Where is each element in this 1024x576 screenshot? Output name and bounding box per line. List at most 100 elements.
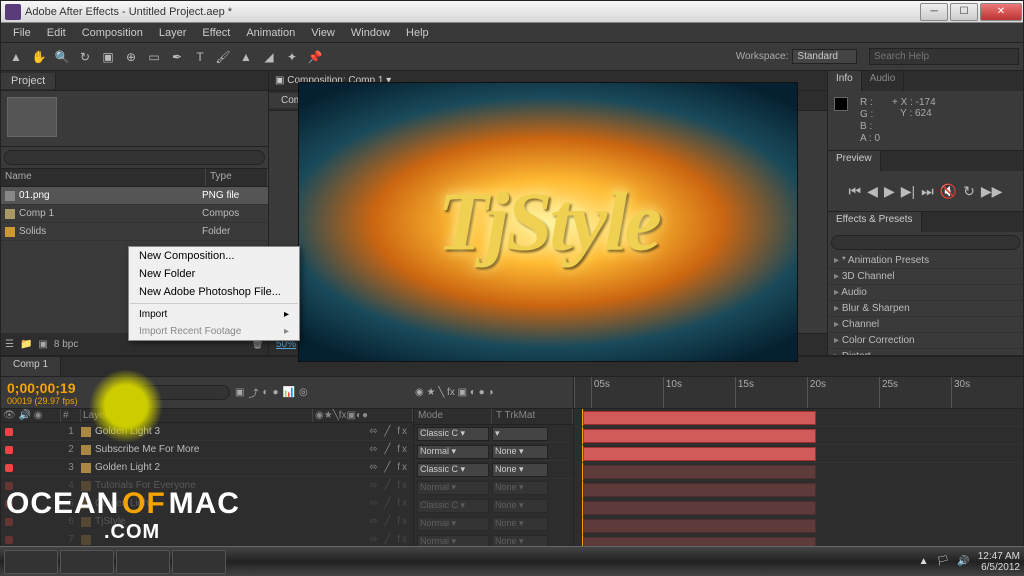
visibility-toggle[interactable]	[5, 536, 13, 544]
layer-color[interactable]	[81, 445, 91, 455]
layer-bar[interactable]	[583, 519, 816, 533]
effect-category[interactable]: Blur & Sharpen	[828, 301, 1023, 317]
visibility-toggle[interactable]	[5, 482, 13, 490]
blend-mode-select[interactable]: Classic C ▾	[417, 427, 489, 441]
text-tool[interactable]: T	[189, 46, 211, 68]
workspace-select[interactable]: Standard	[792, 49, 857, 64]
audio-tab[interactable]: Audio	[862, 71, 905, 91]
prev-frame-button[interactable]: ◀	[867, 183, 878, 200]
col-name[interactable]: Name	[1, 169, 206, 186]
menu-composition[interactable]: Composition	[74, 25, 151, 41]
frame-blend-icon[interactable]: ◐	[262, 387, 268, 398]
menu-animation[interactable]: Animation	[238, 25, 303, 41]
track-row[interactable]	[574, 499, 1023, 517]
taskbar-app[interactable]	[60, 550, 114, 574]
search-help-input[interactable]	[869, 48, 1019, 65]
layer-row[interactable]: 2 Subscribe Me For More ⬄ ╱ fx	[1, 441, 413, 459]
trkmat-select[interactable]: ▾	[492, 427, 548, 441]
effect-category[interactable]: 3D Channel	[828, 269, 1023, 285]
graph-icon[interactable]: 📊	[283, 387, 295, 398]
effect-category[interactable]: Channel	[828, 317, 1023, 333]
rotate-tool[interactable]: ↻	[74, 46, 96, 68]
layer-row[interactable]: 6 TjStyle ⬄ ╱ fx	[1, 513, 413, 531]
track-row[interactable]	[574, 409, 1023, 427]
zoom-tool[interactable]: 🔍	[51, 46, 73, 68]
layer-bar[interactable]	[583, 483, 816, 497]
last-frame-button[interactable]: ⏭	[921, 183, 934, 200]
comp-button-icon[interactable]: ▣	[235, 387, 244, 398]
track-row[interactable]	[574, 427, 1023, 445]
cm-import-recent[interactable]: Import Recent Footage▸	[129, 323, 299, 340]
layer-bar[interactable]	[583, 429, 816, 443]
project-row[interactable]: Solids Folder	[1, 223, 268, 241]
visibility-toggle[interactable]	[5, 464, 13, 472]
new-comp-button[interactable]: ▣	[38, 339, 47, 350]
track-row[interactable]	[574, 445, 1023, 463]
layer-color[interactable]	[81, 427, 91, 437]
brainstorm-icon[interactable]: ◎	[299, 387, 308, 398]
layer-bar[interactable]	[583, 501, 816, 515]
current-time[interactable]: 0;00;00;19 00019 (29.97 fps)	[1, 377, 133, 408]
layer-color[interactable]	[81, 499, 91, 509]
puppet-tool[interactable]: 📌	[304, 46, 326, 68]
visibility-toggle[interactable]	[5, 446, 13, 454]
menu-edit[interactable]: Edit	[39, 25, 74, 41]
pen-tool[interactable]: ✒	[166, 46, 188, 68]
menu-file[interactable]: File	[5, 25, 39, 41]
interpret-button[interactable]: ☰	[5, 339, 14, 350]
composition-viewer[interactable]: TjStyle	[269, 111, 827, 333]
project-row[interactable]: Comp 1 Compos	[1, 205, 268, 223]
layer-color[interactable]	[81, 463, 91, 473]
taskbar-start[interactable]	[4, 550, 58, 574]
effects-presets-tab[interactable]: Effects & Presets	[828, 212, 922, 232]
layer-row[interactable]: 1 Golden Light 3 ⬄ ╱ fx	[1, 423, 413, 441]
visibility-toggle[interactable]	[5, 500, 13, 508]
visibility-toggle[interactable]	[5, 518, 13, 526]
new-folder-button[interactable]: 📁	[20, 339, 32, 350]
layer-row[interactable]: 3 Golden Light 2 ⬄ ╱ fx	[1, 459, 413, 477]
anchor-tool[interactable]: ⊕	[120, 46, 142, 68]
taskbar-app[interactable]	[116, 550, 170, 574]
menu-view[interactable]: View	[303, 25, 343, 41]
effect-category[interactable]: Audio	[828, 285, 1023, 301]
track-row[interactable]	[574, 481, 1023, 499]
minimize-button[interactable]: ─	[920, 3, 948, 21]
layer-color[interactable]	[81, 535, 91, 545]
cm-new-composition[interactable]: New Composition...	[129, 247, 299, 265]
roto-tool[interactable]: ✦	[281, 46, 303, 68]
brush-tool[interactable]: 🖌	[212, 46, 234, 68]
tray-icon[interactable]: 🔊	[957, 556, 969, 567]
effects-search-input[interactable]	[831, 235, 1020, 250]
menu-window[interactable]: Window	[343, 25, 398, 41]
blend-mode-select[interactable]: Classic C ▾	[417, 463, 489, 477]
mute-button[interactable]: 🔇	[940, 183, 957, 200]
trkmat-select[interactable]: None ▾	[492, 499, 548, 513]
motion-blur-icon[interactable]: ●	[273, 387, 279, 398]
close-button[interactable]: ✕	[980, 3, 1022, 21]
trkmat-select[interactable]: None ▾	[492, 463, 548, 477]
timeline-tracks[interactable]	[573, 409, 1023, 563]
cm-new-photoshop[interactable]: New Adobe Photoshop File...	[129, 283, 299, 301]
effect-category[interactable]: * Animation Presets	[828, 253, 1023, 269]
timeline-search[interactable]	[136, 385, 230, 400]
layer-row[interactable]: 5 Golden Light ⬄ ╱ fx	[1, 495, 413, 513]
ram-preview-button[interactable]: ▶▶	[981, 183, 1003, 200]
trkmat-select[interactable]: None ▾	[492, 481, 548, 495]
trkmat-select[interactable]: None ▾	[492, 517, 548, 531]
trkmat-select[interactable]: None ▾	[492, 445, 548, 459]
eraser-tool[interactable]: ◢	[258, 46, 280, 68]
maximize-button[interactable]: ☐	[950, 3, 978, 21]
track-row[interactable]	[574, 517, 1023, 535]
menu-help[interactable]: Help	[398, 25, 437, 41]
play-button[interactable]: ▶	[884, 183, 895, 200]
layer-bar[interactable]	[583, 411, 816, 425]
project-row[interactable]: 01.png PNG file	[1, 187, 268, 205]
layer-bar[interactable]	[583, 465, 816, 479]
blend-mode-select[interactable]: Normal ▾	[417, 517, 489, 531]
loop-button[interactable]: ↻	[963, 183, 975, 200]
layer-row[interactable]: 4 Tutorials For Everyone ⬄ ╱ fx	[1, 477, 413, 495]
info-tab[interactable]: Info	[828, 71, 862, 91]
visibility-toggle[interactable]	[5, 428, 13, 436]
tray-icon[interactable]: ▲	[919, 556, 929, 567]
cm-new-folder[interactable]: New Folder	[129, 265, 299, 283]
